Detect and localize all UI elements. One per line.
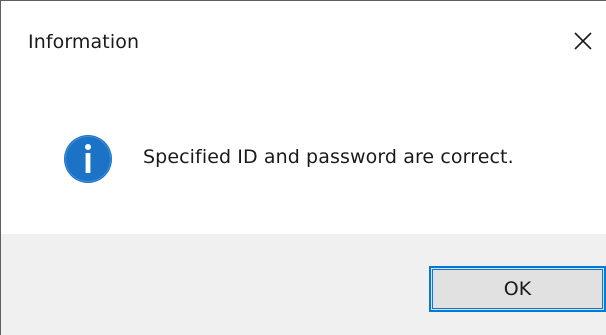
ok-button[interactable]: OK	[429, 266, 606, 312]
dialog-message: Specified ID and password are correct.	[143, 146, 514, 168]
dialog-titlebar: Information	[1, 1, 606, 89]
dialog-title: Information	[28, 31, 140, 53]
close-icon	[574, 32, 592, 50]
info-icon	[64, 135, 112, 183]
dialog-content: Specified ID and password are correct.	[1, 89, 606, 234]
ok-button-label: OK	[503, 278, 532, 300]
close-button[interactable]	[561, 19, 605, 63]
information-dialog: Information Specified ID and password ar…	[0, 0, 606, 335]
dialog-footer: OK	[1, 234, 606, 335]
